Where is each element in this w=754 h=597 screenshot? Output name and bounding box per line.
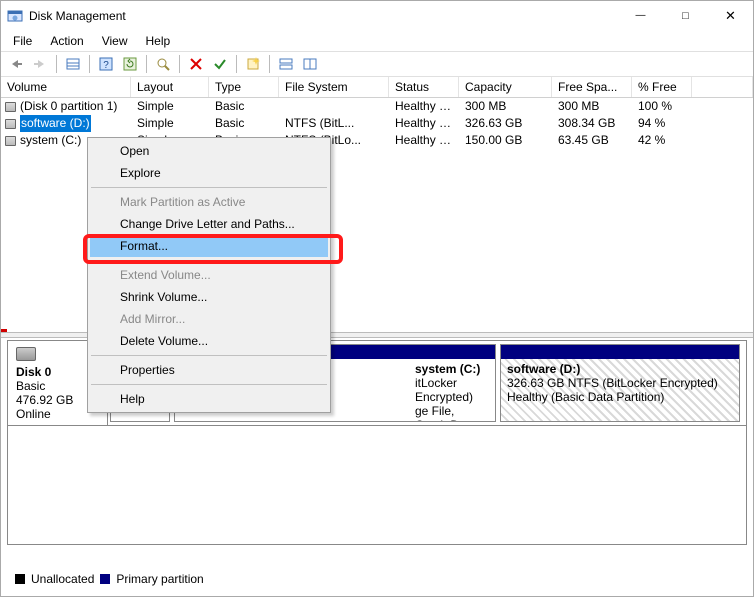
col-status[interactable]: Status — [389, 77, 459, 97]
partition-2-selected[interactable]: software (D:) 326.63 GB NTFS (BitLocker … — [500, 344, 740, 422]
close-button[interactable]: ✕ — [708, 1, 753, 30]
menu-item-add-mirror: Add Mirror... — [90, 308, 328, 330]
menu-item-mark-partition-as-active: Mark Partition as Active — [90, 191, 328, 213]
menu-separator — [91, 187, 327, 188]
legend-unallocated: Unallocated — [31, 572, 94, 586]
menu-item-format[interactable]: Format... — [90, 235, 328, 257]
toolbar: ? — [1, 51, 753, 77]
check-icon[interactable] — [209, 53, 231, 75]
partition-stripe — [501, 345, 739, 359]
menu-item-extend-volume: Extend Volume... — [90, 264, 328, 286]
menubar: File Action View Help — [1, 31, 753, 51]
help-icon[interactable]: ? — [95, 53, 117, 75]
volume-icon — [5, 102, 16, 112]
menu-item-properties[interactable]: Properties — [90, 359, 328, 381]
minimize-button[interactable]: — — [618, 1, 663, 30]
menu-item-delete-volume[interactable]: Delete Volume... — [90, 330, 328, 352]
menu-help[interactable]: Help — [138, 32, 179, 50]
menu-item-change-drive-letter-and-paths[interactable]: Change Drive Letter and Paths... — [90, 213, 328, 235]
partition-title: system (C:) — [415, 362, 489, 376]
menu-file[interactable]: File — [5, 32, 40, 50]
table-row[interactable]: (Disk 0 partition 1)SimpleBasicHealthy (… — [1, 98, 753, 115]
scroll-marker — [1, 329, 7, 332]
app-icon — [7, 8, 23, 24]
volume-icon — [5, 136, 16, 146]
menu-item-explore[interactable]: Explore — [90, 162, 328, 184]
col-freespace[interactable]: Free Spa... — [552, 77, 632, 97]
menu-action[interactable]: Action — [42, 32, 91, 50]
partition-title: software (D:) — [507, 362, 733, 376]
swatch-primary — [100, 574, 110, 584]
maximize-button[interactable]: □ — [663, 1, 708, 30]
partition-line: itLocker Encrypted) — [415, 376, 489, 404]
forward-button[interactable] — [29, 53, 51, 75]
col-layout[interactable]: Layout — [131, 77, 209, 97]
table-row[interactable]: software (D:)SimpleBasicNTFS (BitL...Hea… — [1, 115, 753, 132]
menu-separator — [91, 355, 327, 356]
new-icon[interactable] — [242, 53, 264, 75]
partition-line: ge File, Crash Dump, Basic I — [415, 404, 489, 421]
delete-icon[interactable] — [185, 53, 207, 75]
swatch-unallocated — [15, 574, 25, 584]
titlebar: Disk Management — □ ✕ — [1, 1, 753, 31]
layout2-icon[interactable] — [299, 53, 321, 75]
back-button[interactable] — [5, 53, 27, 75]
disk-icon — [16, 347, 36, 361]
context-menu: OpenExplore Mark Partition as ActiveChang… — [87, 137, 331, 413]
window-title: Disk Management — [29, 9, 126, 23]
toolbar-table-icon[interactable] — [62, 53, 84, 75]
menu-separator — [91, 260, 327, 261]
col-volume[interactable]: Volume — [1, 77, 131, 97]
menu-item-open[interactable]: Open — [90, 140, 328, 162]
menu-item-shrink-volume[interactable]: Shrink Volume... — [90, 286, 328, 308]
menu-item-help[interactable]: Help — [90, 388, 328, 410]
menu-separator — [91, 384, 327, 385]
col-capacity[interactable]: Capacity — [459, 77, 552, 97]
col-pctfree[interactable]: % Free — [632, 77, 692, 97]
volume-name: (Disk 0 partition 1) — [20, 98, 117, 115]
column-header: Volume Layout Type File System Status Ca… — [1, 77, 753, 98]
refresh-icon[interactable] — [119, 53, 141, 75]
col-type[interactable]: Type — [209, 77, 279, 97]
legend: Unallocated Primary partition — [7, 568, 212, 590]
volume-name: system (C:) — [20, 132, 81, 149]
col-end — [692, 77, 753, 97]
svg-text:?: ? — [103, 60, 109, 71]
layout1-icon[interactable] — [275, 53, 297, 75]
menu-view[interactable]: View — [94, 32, 136, 50]
col-filesystem[interactable]: File System — [279, 77, 389, 97]
legend-primary: Primary partition — [116, 572, 203, 586]
partition-line: 326.63 GB NTFS (BitLocker Encrypted) — [507, 376, 733, 390]
find-icon[interactable] — [152, 53, 174, 75]
volume-icon — [5, 119, 16, 129]
partition-line: Healthy (Basic Data Partition) — [507, 390, 733, 404]
volume-name: software (D:) — [20, 115, 91, 132]
